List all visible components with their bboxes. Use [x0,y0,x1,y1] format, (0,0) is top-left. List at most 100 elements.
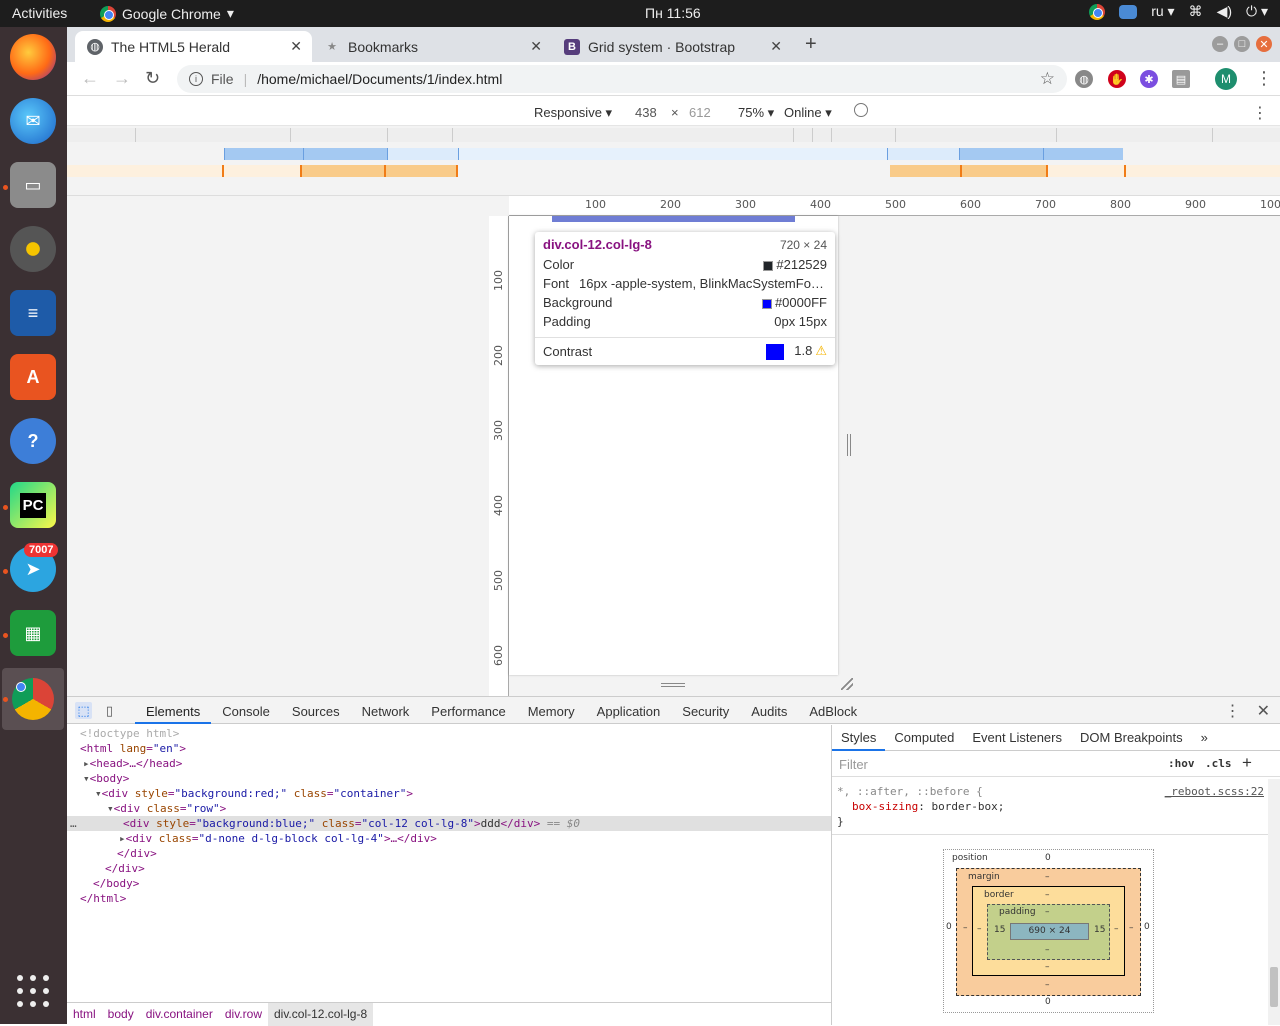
clock[interactable]: Пн 11:56 [645,5,701,21]
dom-node[interactable]: </div> [67,861,831,876]
rhythmbox-icon[interactable] [10,226,56,272]
back-button[interactable]: ← [81,68,99,89]
hov-toggle[interactable]: :hov [1168,757,1195,770]
url-text[interactable]: /home/michael/Documents/1/index.html [257,71,502,87]
breadcrumb-item-current[interactable]: div.col-12.col-lg-8 [267,1002,374,1026]
media-query-min-width[interactable] [890,165,962,177]
device-toggle-icon[interactable]: ▯ [101,702,118,719]
dom-node-selected[interactable]: … <div style="background:blue;" class="c… [67,816,831,831]
new-tab-button[interactable]: + [805,33,817,56]
box-margin[interactable]: margin – – – – border – – – – padding – … [956,868,1141,996]
rule-source-link[interactable]: _reboot.scss:22 [1165,785,1264,798]
inspect-element-icon[interactable]: ⬚ [75,702,92,719]
tab-bootstrap-grid[interactable]: B Grid system · Bootstrap ✕ [552,31,792,62]
tab-dom-breakpoints[interactable]: DOM Breakpoints [1071,725,1192,751]
writer-icon[interactable]: ≡ [10,290,56,336]
box-border[interactable]: border – – – – padding – 15 15 – 690 × 2… [972,886,1125,976]
chrome-menu-icon[interactable]: ⋮ [1255,68,1273,89]
dom-node[interactable]: ▾<div class="row"> [67,801,831,816]
dom-node[interactable]: </div> [67,846,831,861]
tab-styles[interactable]: Styles [832,725,886,751]
activities-button[interactable]: Activities [12,5,67,21]
media-query-min-max-width[interactable] [458,148,888,160]
rotate-icon[interactable] [854,103,868,117]
resize-handle-bottom[interactable] [661,683,685,687]
more-tabs-icon[interactable]: » [1192,725,1217,751]
close-icon[interactable]: ✕ [290,38,302,55]
dom-node[interactable]: ▸<head>…</head> [67,756,831,771]
dom-node[interactable]: <html lang="en"> [67,741,831,756]
styles-filter-input[interactable] [836,754,1158,774]
show-applications-icon[interactable] [17,975,49,1007]
media-query-max-width[interactable] [303,148,387,160]
forward-button[interactable]: → [113,68,131,89]
box-padding[interactable]: padding – 15 15 – 690 × 24 [987,904,1110,960]
app-menu[interactable]: Google Chrome ▾ [100,5,234,22]
devtools-menu-icon[interactable]: ⋮ [1225,701,1241,721]
dom-node[interactable]: </html> [67,891,831,906]
device-mode-select[interactable]: Responsive ▾ [534,105,612,121]
media-query-min-width[interactable] [222,165,300,177]
tab-audits[interactable]: Audits [740,697,798,724]
collapse-triangle-icon[interactable]: ▾ [83,772,90,785]
tab-console[interactable]: Console [211,697,281,724]
new-rule-button[interactable]: + [1242,753,1252,773]
software-center-icon[interactable]: A [10,354,56,400]
media-query-max-width[interactable] [1043,148,1123,160]
media-query-max-width[interactable] [888,148,959,160]
device-screen[interactable]: div.col-12.col-lg-8 720 × 24 Color #2125… [509,216,838,675]
tab-security[interactable]: Security [671,697,740,724]
pycharm-icon[interactable]: PC [10,482,56,528]
tab-bookmarks[interactable]: ★ Bookmarks ✕ [312,31,552,62]
breadcrumb-item[interactable]: div.row [219,1003,268,1026]
help-icon[interactable]: ? [10,418,56,464]
breadcrumb-item[interactable]: html [67,1003,102,1026]
zoom-select[interactable]: 75% ▾ [738,105,774,121]
extension-globe-icon[interactable]: ◍ [1075,70,1093,88]
close-window-button[interactable]: ✕ [1256,36,1272,52]
scrollbar-thumb[interactable] [1270,967,1278,1007]
reload-button[interactable]: ↻ [145,68,160,89]
avatar[interactable]: M [1215,68,1237,90]
close-icon[interactable]: ✕ [770,38,782,55]
dom-node[interactable]: <!doctype html> [67,726,831,741]
styles-scrollbar[interactable] [1268,779,1280,1025]
address-bar[interactable]: i File | /home/michael/Documents/1/index… [177,65,1067,93]
network-icon[interactable]: ⌘ [1189,3,1203,20]
breadcrumb-item[interactable]: div.container [140,1003,219,1026]
tab-network[interactable]: Network [351,697,421,724]
tab-computed[interactable]: Computed [885,725,963,751]
adblock-icon[interactable]: ✋ [1108,70,1126,88]
media-query-min-width[interactable] [1048,165,1126,177]
media-query-min-width[interactable] [962,165,1048,177]
breadcrumb-item[interactable]: body [102,1003,140,1026]
bookmark-star-icon[interactable]: ☆ [1040,69,1055,89]
collapse-triangle-icon[interactable]: ▾ [107,802,114,815]
firefox-icon[interactable] [10,34,56,80]
extension-bars-icon[interactable]: ▤ [1172,70,1190,88]
power-icon[interactable]: ⏻ ▾ [1246,3,1268,20]
media-query-min-width[interactable] [300,165,384,177]
tab-memory[interactable]: Memory [517,697,586,724]
media-query-max-width[interactable] [387,148,458,160]
resize-handle-right[interactable] [847,434,851,456]
device-size-presets[interactable] [67,128,1280,142]
tab-application[interactable]: Application [586,697,672,724]
rule-declaration[interactable]: box-sizing: border-box; [852,800,1004,813]
media-query-max-width[interactable] [959,148,1043,160]
viewport-height-input[interactable]: 612 [689,105,711,120]
extension-color-icon[interactable]: ✱ [1140,70,1158,88]
language-indicator[interactable]: ru ▾ [1151,3,1174,20]
tab-sources[interactable]: Sources [281,697,351,724]
resize-handle-corner[interactable] [841,678,853,690]
volume-icon[interactable]: ◀) [1217,3,1232,20]
thunderbird-icon[interactable]: ✉ [10,98,56,144]
dom-node[interactable]: ▸<div class="d-none d-lg-block col-lg-4"… [67,831,831,846]
maximize-button[interactable]: □ [1234,36,1250,52]
media-query-max-width[interactable] [224,148,303,160]
close-devtools-icon[interactable]: ✕ [1257,701,1270,721]
cls-toggle[interactable]: .cls [1205,757,1232,770]
tab-elements[interactable]: Elements [135,697,212,724]
files-icon[interactable]: ▭ [10,162,56,208]
tab-html5-herald[interactable]: ◍ The HTML5 Herald ✕ [75,31,312,62]
